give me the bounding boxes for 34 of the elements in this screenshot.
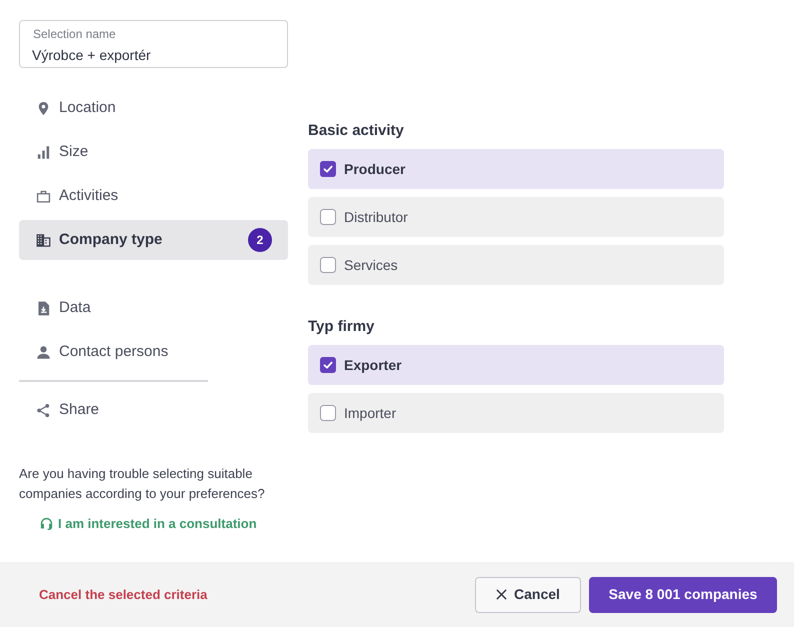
document-icon bbox=[36, 300, 51, 316]
checkbox-checked-icon[interactable] bbox=[320, 161, 336, 177]
share-icon bbox=[36, 402, 51, 418]
checkbox-option[interactable]: Importer bbox=[308, 393, 724, 433]
checkbox-option[interactable]: Distributor bbox=[308, 197, 724, 237]
checkbox-option[interactable]: Services bbox=[308, 245, 724, 285]
sidebar-item[interactable]: Data bbox=[19, 288, 288, 328]
sidebar-item[interactable]: Company type 2 bbox=[19, 220, 288, 260]
sidebar-item[interactable]: Location bbox=[19, 88, 288, 128]
checkbox-icon[interactable] bbox=[320, 257, 336, 273]
checkbox-icon[interactable] bbox=[320, 209, 336, 225]
person-icon bbox=[36, 344, 51, 360]
clear-criteria-link[interactable]: Cancel the selected criteria bbox=[39, 584, 208, 604]
section-heading: Basic activity bbox=[308, 121, 405, 141]
sidebar-item[interactable]: Size bbox=[19, 132, 288, 172]
field-label: Selection name bbox=[33, 26, 116, 42]
sidebar-item[interactable]: Activities bbox=[19, 176, 288, 216]
count-badge: 2 bbox=[248, 228, 272, 252]
checkbox-icon[interactable] bbox=[320, 405, 336, 421]
sidebar-item[interactable]: Contact persons bbox=[19, 332, 288, 372]
sidebar-item[interactable]: Share bbox=[19, 390, 288, 430]
save-button[interactable]: Save 8 001 companies bbox=[589, 576, 777, 612]
bar-chart-icon bbox=[36, 144, 51, 160]
location-pin-icon bbox=[36, 100, 51, 116]
cancel-button[interactable]: Cancel bbox=[475, 576, 581, 612]
help-text: Are you having trouble selecting suitable companies according to your preferences? bbox=[19, 465, 266, 503]
checkbox-option[interactable]: Producer bbox=[308, 149, 724, 189]
headset-icon bbox=[40, 517, 53, 530]
checkbox-option[interactable]: Exporter bbox=[308, 345, 724, 385]
section-heading: Typ firmy bbox=[308, 317, 376, 337]
close-icon bbox=[496, 589, 508, 600]
briefcase-icon bbox=[36, 188, 51, 204]
checkbox-checked-icon[interactable] bbox=[320, 357, 336, 373]
building-icon bbox=[36, 232, 51, 248]
